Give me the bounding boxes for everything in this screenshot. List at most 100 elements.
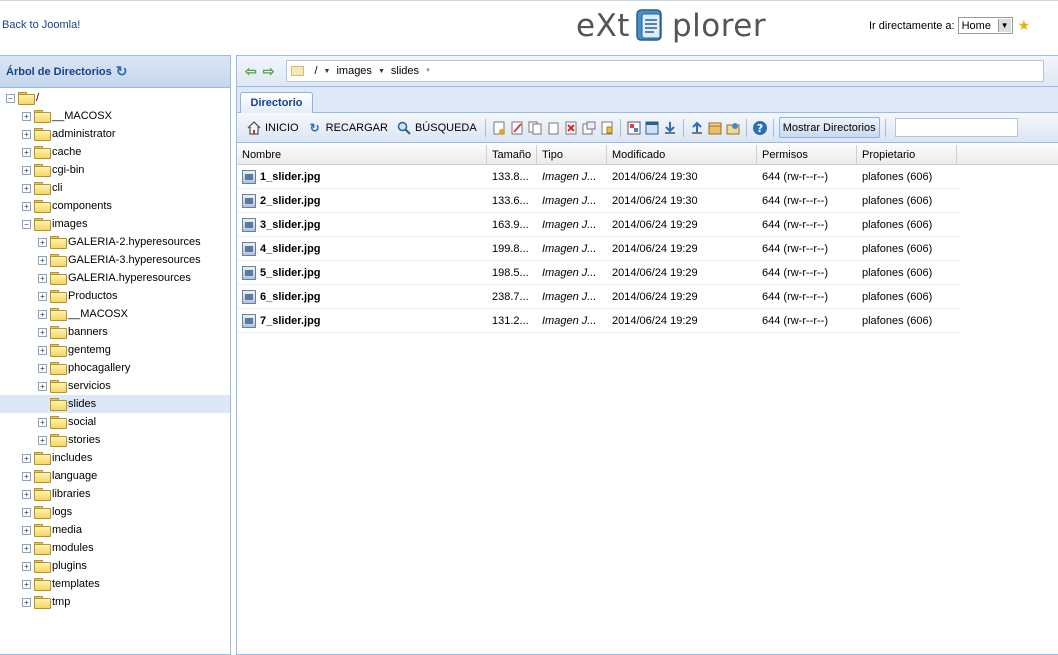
chmod-icon[interactable]: [599, 120, 615, 136]
tree-node[interactable]: + cli: [0, 179, 230, 197]
tree-node[interactable]: + components: [0, 197, 230, 215]
expand-icon[interactable]: +: [22, 453, 31, 463]
expand-icon[interactable]: +: [22, 489, 31, 499]
tree-node[interactable]: + gentemg: [0, 341, 230, 359]
new-file-icon[interactable]: [491, 120, 507, 136]
rename-icon[interactable]: [581, 120, 597, 136]
show-directories-button[interactable]: Mostrar Directorios: [778, 117, 880, 138]
window-icon[interactable]: [644, 120, 660, 136]
tree-node[interactable]: + media: [0, 521, 230, 539]
back-to-joomla-link[interactable]: Back to Joomla!: [2, 19, 80, 31]
tree-node[interactable]: + administrator: [0, 125, 230, 143]
column-header[interactable]: Nombre: [237, 145, 487, 164]
reload-button[interactable]: ↻ RECARGAR: [304, 117, 391, 139]
tree-node[interactable]: + libraries: [0, 485, 230, 503]
tree-node[interactable]: + language: [0, 467, 230, 485]
tree-node[interactable]: + banners: [0, 323, 230, 341]
view-icon[interactable]: [626, 120, 642, 136]
table-row[interactable]: 1_slider.jpg 133.8... Imagen J... 2014/06/2…: [237, 165, 959, 189]
edit-icon[interactable]: [509, 120, 525, 136]
expand-icon[interactable]: +: [22, 201, 31, 211]
expand-icon[interactable]: +: [22, 147, 31, 157]
expand-icon[interactable]: +: [38, 327, 47, 337]
refresh-tree-icon[interactable]: ↻: [116, 63, 128, 80]
tree-node[interactable]: + templates: [0, 575, 230, 593]
column-header[interactable]: Modificado: [607, 145, 757, 164]
expand-icon[interactable]: +: [38, 291, 47, 301]
filter-input[interactable]: [894, 118, 1018, 137]
tree-node[interactable]: + cgi-bin: [0, 161, 230, 179]
tree-node[interactable]: slides: [0, 395, 230, 413]
chevron-down-icon[interactable]: ▼: [425, 68, 431, 74]
chevron-down-icon[interactable]: ▼: [378, 68, 385, 75]
path-root[interactable]: /: [314, 65, 317, 77]
expand-icon[interactable]: +: [22, 471, 31, 481]
table-row[interactable]: 6_slider.jpg 238.7... Imagen J... 2014/06/2…: [237, 285, 959, 309]
expand-icon[interactable]: +: [22, 543, 31, 553]
expand-icon[interactable]: +: [38, 237, 47, 247]
tree-node[interactable]: + GALERIA-2.hyperesources: [0, 233, 230, 251]
tree-node[interactable]: + __MACOSX: [0, 305, 230, 323]
tree-root-node[interactable]: − /: [0, 89, 230, 107]
extract-icon[interactable]: [725, 120, 741, 136]
download-icon[interactable]: [662, 120, 678, 136]
tree-node[interactable]: + plugins: [0, 557, 230, 575]
forward-arrow-icon[interactable]: ⇨: [263, 63, 275, 80]
expand-icon[interactable]: +: [38, 255, 47, 265]
column-header[interactable]: Permisos: [757, 145, 857, 164]
expand-icon[interactable]: +: [38, 363, 47, 373]
table-row[interactable]: 7_slider.jpg 131.2... Imagen J... 2014/06/2…: [237, 309, 959, 333]
expand-icon[interactable]: +: [38, 345, 47, 355]
tree-node[interactable]: + GALERIA.hyperesources: [0, 269, 230, 287]
tree-node[interactable]: + GALERIA-3.hyperesources: [0, 251, 230, 269]
column-header[interactable]: Propietario: [857, 145, 957, 164]
expand-icon[interactable]: +: [38, 381, 47, 391]
column-header[interactable]: Tipo: [537, 145, 607, 164]
tree-node[interactable]: − images: [0, 215, 230, 233]
tree-node[interactable]: + includes: [0, 449, 230, 467]
table-row[interactable]: 2_slider.jpg 133.6... Imagen J... 2014/06/2…: [237, 189, 959, 213]
home-button[interactable]: INICIO: [243, 117, 302, 139]
tree-node[interactable]: + phocagallery: [0, 359, 230, 377]
expand-icon[interactable]: +: [38, 435, 47, 445]
tree-node[interactable]: + stories: [0, 431, 230, 449]
star-icon[interactable]: ★: [1018, 17, 1031, 34]
tree-node[interactable]: + social: [0, 413, 230, 431]
column-header[interactable]: Tamaño: [487, 145, 537, 164]
expand-icon[interactable]: +: [22, 183, 31, 193]
expand-icon[interactable]: +: [22, 165, 31, 175]
move-icon[interactable]: [545, 120, 561, 136]
tree-node[interactable]: + servicios: [0, 377, 230, 395]
expand-icon[interactable]: +: [22, 597, 31, 607]
copy-icon[interactable]: [527, 120, 543, 136]
back-arrow-icon[interactable]: ⇦: [245, 63, 257, 80]
archive-icon[interactable]: [707, 120, 723, 136]
table-row[interactable]: 3_slider.jpg 163.9... Imagen J... 2014/06/2…: [237, 213, 959, 237]
path-segment-slides[interactable]: slides: [391, 65, 419, 77]
jump-select[interactable]: Home ▼: [957, 17, 1013, 34]
tree-node[interactable]: + cache: [0, 143, 230, 161]
table-row[interactable]: 4_slider.jpg 199.8... Imagen J... 2014/06/2…: [237, 237, 959, 261]
tree-node[interactable]: + __MACOSX: [0, 107, 230, 125]
help-icon[interactable]: ?: [752, 120, 768, 136]
upload-icon[interactable]: [689, 120, 705, 136]
tree-node[interactable]: + logs: [0, 503, 230, 521]
expand-icon[interactable]: +: [22, 111, 31, 121]
collapse-icon[interactable]: −: [6, 93, 15, 103]
table-row[interactable]: 5_slider.jpg 198.5... Imagen J... 2014/06/2…: [237, 261, 959, 285]
expand-icon[interactable]: +: [22, 129, 31, 139]
expand-icon[interactable]: +: [38, 273, 47, 283]
expand-icon[interactable]: +: [38, 417, 47, 427]
search-button[interactable]: BÚSQUEDA: [393, 117, 480, 139]
path-segment-images[interactable]: images: [336, 65, 371, 77]
tab-directorio[interactable]: Directorio: [240, 92, 313, 114]
tree-node[interactable]: + tmp: [0, 593, 230, 611]
collapse-icon[interactable]: −: [22, 219, 31, 229]
expand-icon[interactable]: +: [22, 507, 31, 517]
tree-node[interactable]: + Productos: [0, 287, 230, 305]
expand-icon[interactable]: +: [22, 561, 31, 571]
delete-icon[interactable]: [563, 120, 579, 136]
expand-icon[interactable]: +: [22, 525, 31, 535]
chevron-down-icon[interactable]: ▼: [324, 68, 331, 75]
expand-icon[interactable]: +: [38, 309, 47, 319]
